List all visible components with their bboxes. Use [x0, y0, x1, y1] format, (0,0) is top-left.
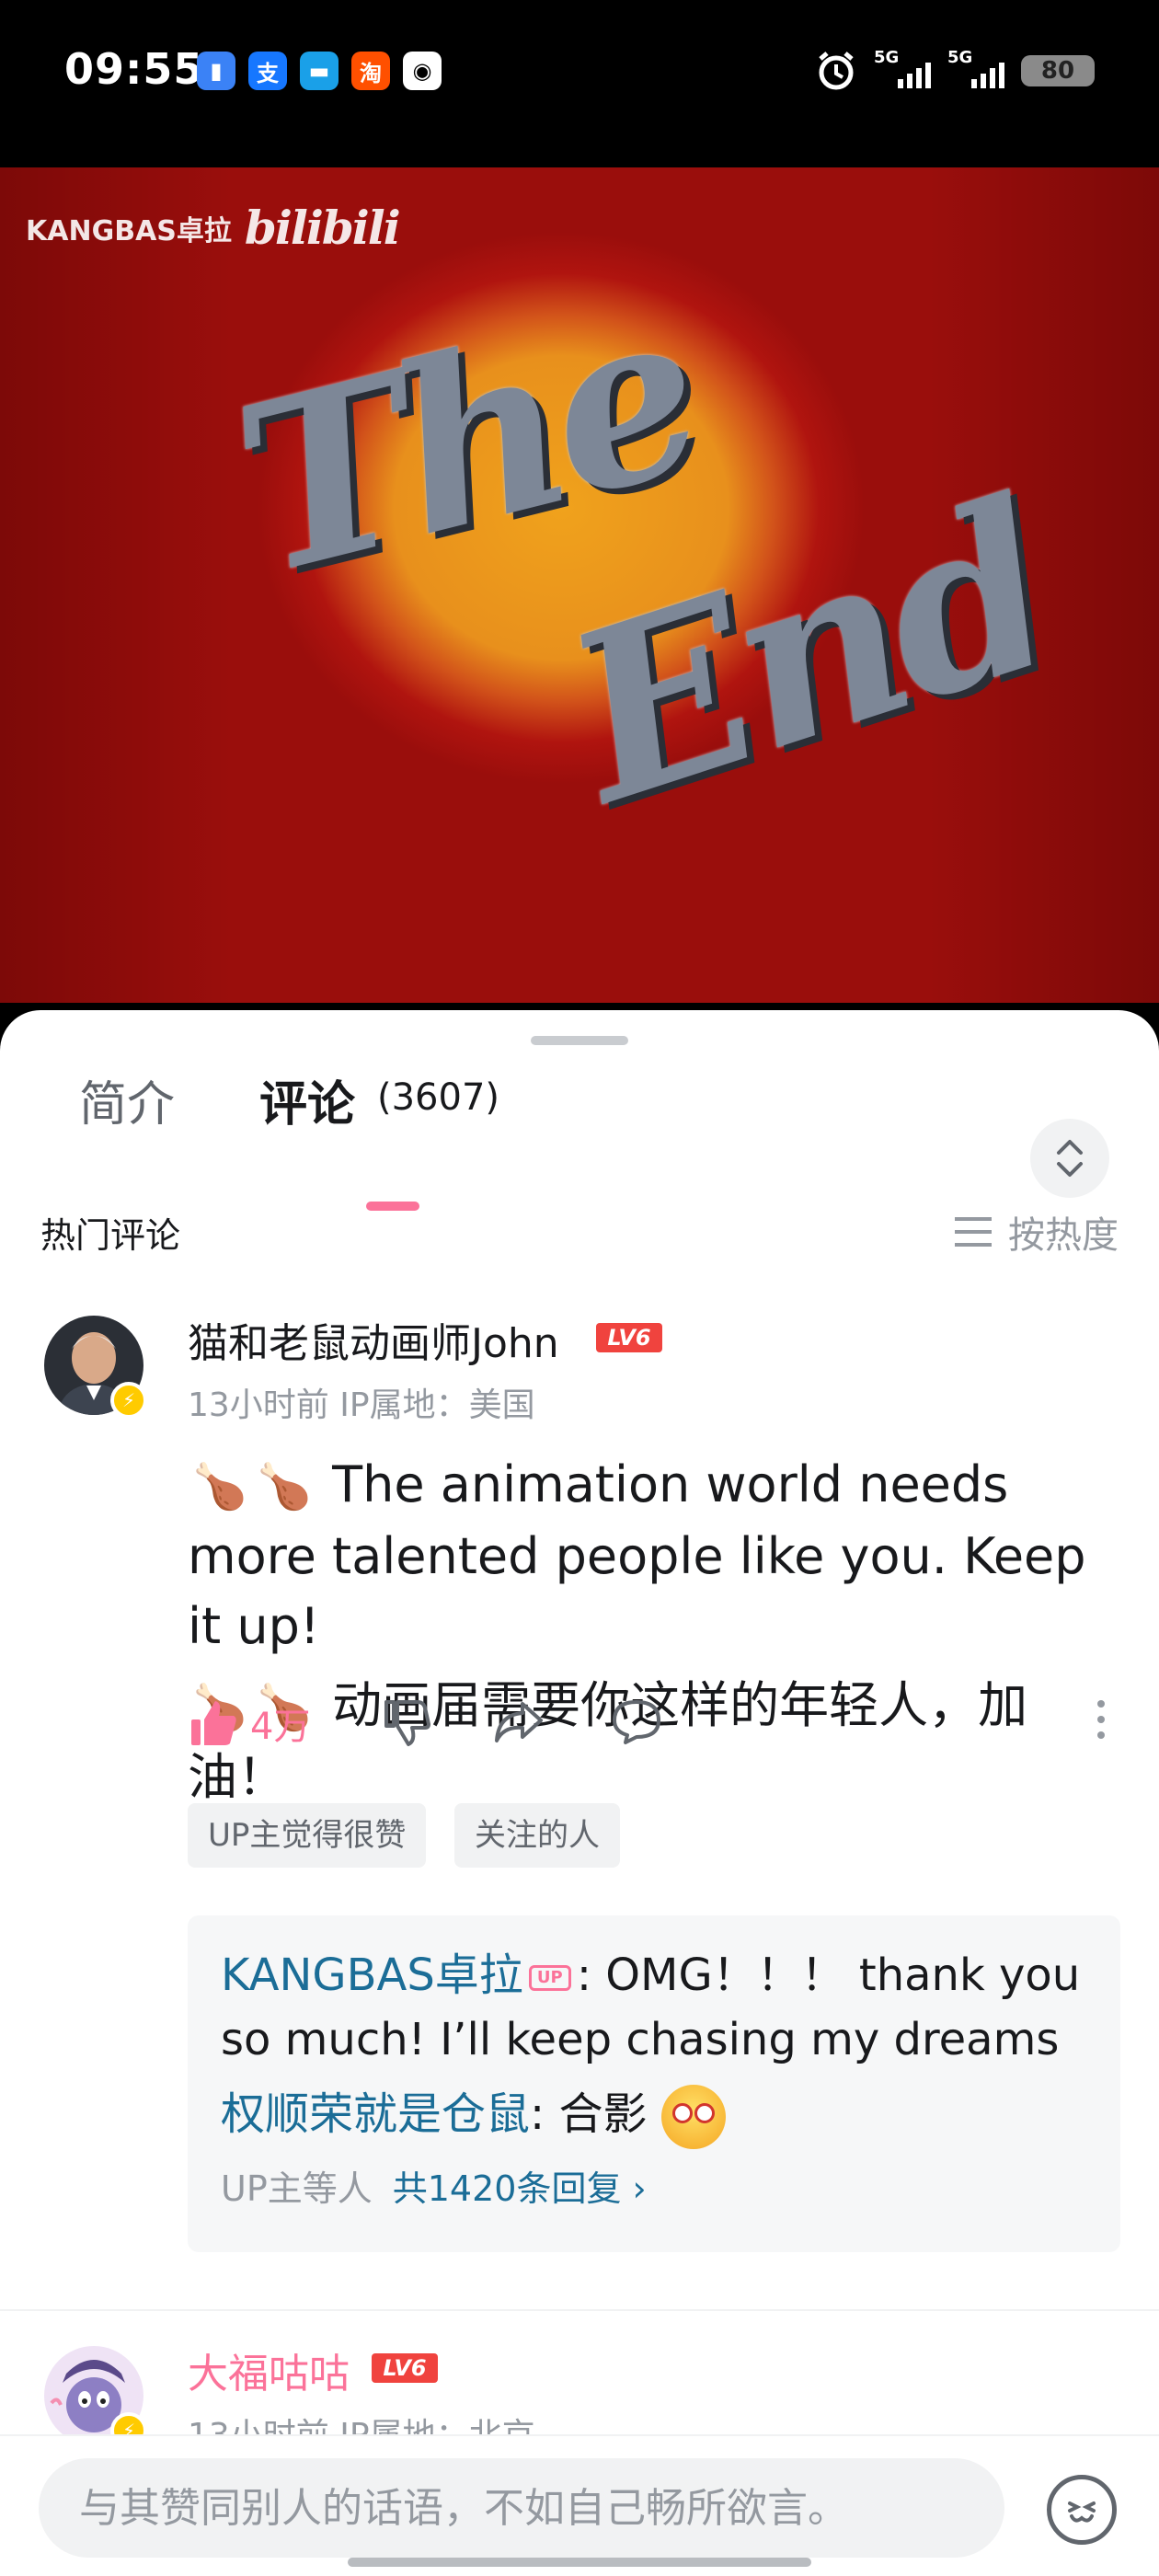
tab-bar: 简介 评论 (3607) — [0, 1065, 1159, 1211]
surprised-face-emoji-icon — [660, 2085, 726, 2149]
chat-bubble-icon — [613, 1700, 660, 1744]
comment-actions: 4万 — [188, 1696, 1126, 1752]
tab-intro[interactable]: 简介 — [79, 1065, 175, 1134]
watermark-channel: KANGBAS卓拉 — [26, 214, 232, 247]
signal-icon-1: 5G — [874, 48, 931, 92]
verified-bolt-icon: ⚡ — [110, 1382, 147, 1419]
reply-summary: UP主等人 — [221, 2168, 373, 2209]
view-replies-link[interactable]: UP主等人 共1420条回复 › — [221, 2160, 647, 2211]
like-button[interactable]: 4万 — [188, 1696, 310, 1750]
comment-input[interactable] — [39, 2458, 1004, 2558]
emoji-button[interactable] — [1047, 2475, 1117, 2545]
status-time: 09:55 — [64, 44, 204, 94]
drumstick-emoji-icon: 🍗 — [257, 1461, 312, 1512]
dislike-button[interactable] — [381, 1696, 432, 1748]
comment-divider — [0, 2309, 1159, 2311]
reply-total: 共1420条回复 › — [392, 2168, 647, 2209]
network-type-label: 5G — [874, 48, 900, 67]
files-app-icon: ▮ — [197, 52, 235, 90]
menu-icon — [955, 1217, 992, 1247]
status-bar: 09:55 ▮ 支 ▬ 淘 ◉ 5G 5G 80 — [0, 0, 1159, 167]
expand-toggle-button[interactable] — [1030, 1119, 1109, 1198]
reply-item: KANGBAS卓拉 UP: OMG！！！ thank you so much! I… — [221, 1943, 1104, 2072]
avatar[interactable]: ⚡ — [44, 1316, 147, 1419]
hot-comments-title: 热门评论 — [40, 1215, 181, 1256]
more-vertical-icon — [1097, 1700, 1105, 1739]
level-badge: LV6 — [372, 2353, 438, 2383]
notification-icons: ▮ 支 ▬ 淘 ◉ — [197, 52, 442, 90]
reply-username[interactable]: KANGBAS卓拉 — [221, 1949, 523, 2001]
share-icon — [495, 1702, 543, 1742]
bilibili-logo: bilibili — [244, 201, 401, 255]
system-icons: 5G 5G 80 — [815, 48, 1095, 92]
sort-button[interactable]: 按热度 — [953, 1205, 1119, 1259]
sort-label: 按热度 — [1008, 1214, 1119, 1257]
reply-username[interactable]: 权顺荣就是仓鼠 — [221, 2088, 530, 2140]
comments-count: (3607) — [377, 1076, 500, 1119]
reply-button[interactable] — [609, 1696, 664, 1748]
level-badge: LV6 — [596, 1323, 662, 1352]
comment-body: 🍗 🍗 The animation world needs more talent… — [188, 1450, 1126, 1812]
battery-indicator: 80 — [1021, 55, 1095, 86]
more-options-button[interactable] — [1095, 1696, 1107, 1742]
chevron-up-down-icon — [1057, 1140, 1083, 1177]
comments-sheet: 简介 评论 (3607) 热门评论 按热度 ⚡ 猫和老鼠动画师John LV6 … — [0, 1010, 1159, 2576]
up-badge: UP — [528, 1965, 571, 1991]
message-app-icon: ▬ — [300, 52, 339, 90]
qq-icon: ◉ — [403, 52, 442, 90]
comment-username[interactable]: 猫和老鼠动画师John — [188, 1310, 559, 1369]
drumstick-emoji-icon: 🍗 — [192, 1461, 247, 1512]
replies-preview[interactable]: KANGBAS卓拉 UP: OMG！！！ thank you so much! I… — [188, 1915, 1120, 2252]
avatar[interactable]: ⚡ — [44, 2346, 147, 2449]
comment-username[interactable]: 大福咕咕 — [188, 2340, 350, 2399]
reply-item: 权顺荣就是仓鼠: 合影 — [221, 2077, 726, 2149]
active-tab-indicator — [366, 1202, 419, 1211]
comment-input-bar — [0, 2434, 1159, 2576]
tag-up-liked: UP主觉得很赞 — [188, 1803, 427, 1868]
comment-text-en: The animation world needs more talented … — [188, 1455, 1086, 1655]
emoji-face-icon — [1068, 2501, 1096, 2523]
comment-meta: 13小时前 IP属地：美国 — [188, 1386, 535, 1424]
alipay-icon: 支 — [248, 52, 287, 90]
tag-following: 关注的人 — [454, 1803, 620, 1868]
video-player[interactable]: KANGBAS卓拉 bilibili The End — [0, 167, 1159, 1003]
taobao-icon: 淘 — [351, 52, 390, 90]
thumbs-down-icon — [384, 1700, 430, 1746]
like-count: 4万 — [250, 1706, 311, 1748]
home-indicator[interactable] — [348, 2558, 811, 2567]
comment-line-en: 🍗 🍗 The animation world needs more talent… — [188, 1450, 1126, 1662]
signal-icon-2: 5G — [947, 48, 1004, 92]
video-watermark: KANGBAS卓拉 bilibili — [26, 201, 401, 255]
network-type-label: 5G — [947, 48, 973, 67]
reply-text: : 合影 — [530, 2088, 648, 2140]
thumbs-up-icon — [191, 1701, 236, 1745]
sheet-drag-handle[interactable] — [531, 1036, 628, 1045]
alarm-icon — [819, 52, 854, 90]
tab-comments[interactable]: 评论 — [259, 1065, 355, 1134]
share-button[interactable] — [491, 1696, 546, 1748]
